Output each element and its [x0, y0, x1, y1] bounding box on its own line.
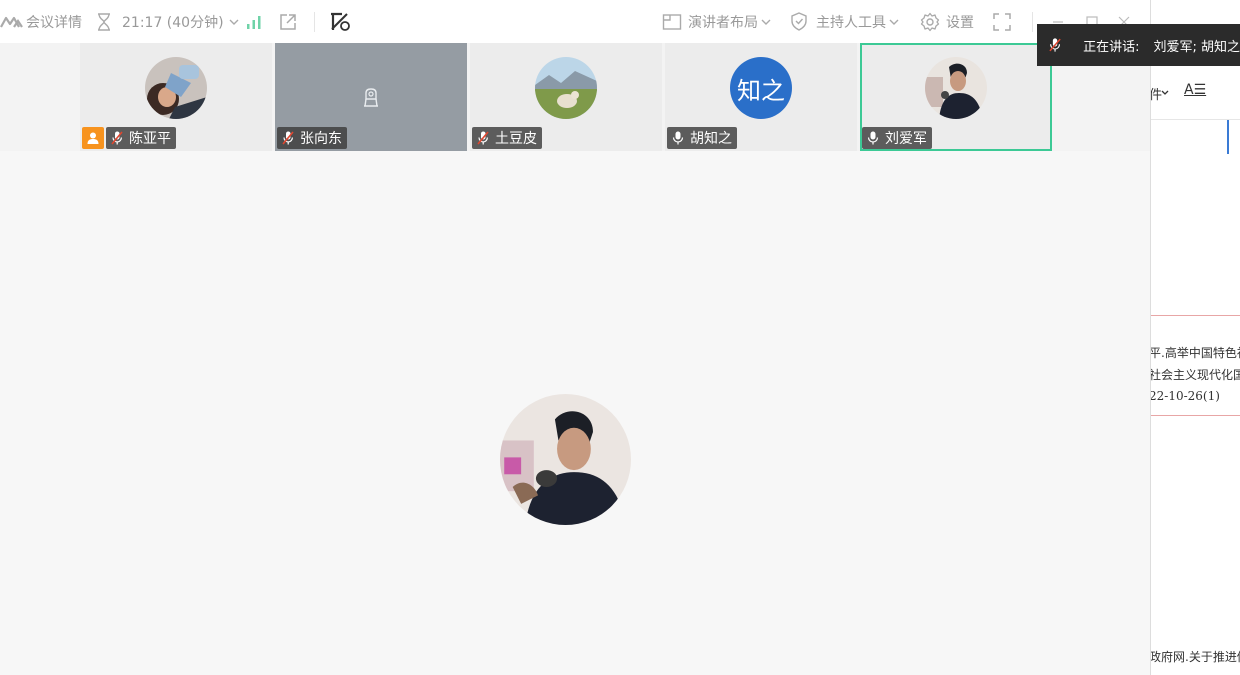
popout-button[interactable] [279, 0, 297, 43]
gear-icon [920, 12, 940, 31]
chevron-down-icon [889, 19, 899, 25]
speaking-names: 刘爱军; 胡知之 [1153, 39, 1240, 55]
speaker-layout-label: 演讲者布局 [688, 14, 758, 31]
font-button[interactable]: A☰ [1184, 82, 1206, 98]
avatar-photo [925, 57, 987, 119]
fullscreen-icon [993, 12, 1011, 31]
text-cursor [1227, 120, 1229, 154]
mic-icon [867, 131, 879, 145]
chevron-down-icon [761, 19, 771, 25]
avatar [145, 57, 207, 119]
network-signal-indicator[interactable] [246, 0, 262, 43]
participant-name: 刘爱军 [885, 131, 927, 147]
side-document-panel: 件 A☰ 平.高举中国特色社 社会主义现代化国 22-10-26(1) 政府网.… [1150, 0, 1240, 675]
mic-muted-icon [111, 131, 123, 145]
speaker-layout-button[interactable]: 演讲者布局 [662, 0, 772, 43]
toolbar-divider [314, 12, 315, 32]
host-tools-button[interactable]: 主持人工具 [790, 0, 900, 43]
doc-line: 平.高举中国特色社 [1150, 346, 1240, 360]
shield-icon [791, 12, 807, 31]
meeting-logo-icon [0, 16, 23, 28]
chevron-down-icon [1161, 90, 1169, 95]
participant-tile[interactable]: 知之 胡知之 [665, 43, 857, 151]
doc-line: 社会主义现代化国 [1150, 368, 1240, 382]
participant-label: 土豆皮 [472, 127, 542, 149]
participant-strip: 陈亚平 张向东 土豆皮 知之 胡知之 刘爱军 [0, 43, 1150, 151]
avatar-photo [500, 394, 631, 525]
participant-name: 土豆皮 [495, 131, 537, 147]
layout-icon [662, 13, 682, 30]
avatar [535, 57, 597, 119]
annotation-button[interactable] [329, 0, 351, 43]
mic-icon [672, 131, 684, 145]
meeting-window: 会议详情 21:17 (40分钟) 演讲者布局 主持人工具 设置 陈亚平 张向东… [0, 0, 1150, 675]
speaking-label: 正在讲话: [1083, 39, 1140, 55]
external-link-icon [280, 13, 296, 30]
divider [1151, 315, 1240, 316]
meeting-details-label: 会议详情 [26, 14, 82, 31]
mic-muted-icon [477, 131, 489, 145]
speaking-indicator: 正在讲话: 刘爱军; 胡知之 [1037, 24, 1240, 66]
camera-off-icon [364, 88, 378, 107]
participant-tile[interactable]: 陈亚平 [80, 43, 272, 151]
participant-tile-active[interactable]: 刘爱军 [860, 43, 1052, 151]
mic-muted-icon [282, 131, 294, 145]
hourglass-icon [98, 12, 110, 31]
fullscreen-button[interactable] [993, 0, 1011, 43]
avatar [925, 57, 987, 119]
participant-label: 胡知之 [667, 127, 737, 149]
participant-name: 胡知之 [690, 131, 732, 147]
top-toolbar: 会议详情 21:17 (40分钟) 演讲者布局 主持人工具 设置 [0, 0, 1150, 43]
toolbar-divider [1032, 12, 1033, 32]
active-speaker-avatar [500, 394, 631, 525]
participant-name: 张向东 [300, 131, 342, 147]
mic-muted-icon [1049, 38, 1061, 52]
participant-tile[interactable]: 土豆皮 [470, 43, 662, 151]
participant-name: 陈亚平 [129, 131, 171, 147]
participant-label: 刘爱军 [862, 127, 932, 149]
host-tools-label: 主持人工具 [816, 14, 886, 31]
chevron-down-icon [229, 19, 239, 25]
meeting-details-button[interactable]: 会议详情 [0, 0, 82, 43]
host-badge [82, 127, 104, 149]
user-icon [87, 132, 99, 144]
meeting-timer[interactable]: 21:17 (40分钟) [96, 0, 240, 43]
divider [1151, 415, 1240, 416]
annotation-pen-icon [331, 12, 350, 31]
timer-label: 21:17 (40分钟) [122, 14, 224, 31]
participant-label: 张向东 [277, 127, 347, 149]
participant-tile[interactable]: 张向东 [275, 43, 467, 151]
signal-icon [247, 15, 261, 29]
doc-line: 22-10-26(1) [1150, 389, 1220, 403]
avatar-photo [535, 57, 597, 119]
participant-label: 陈亚平 [106, 127, 176, 149]
avatar-photo [145, 57, 207, 119]
settings-label: 设置 [946, 14, 974, 31]
settings-button[interactable]: 设置 [920, 0, 974, 43]
doc-line: 政府网.关于推进促 [1150, 650, 1240, 664]
avatar: 知之 [730, 57, 792, 119]
